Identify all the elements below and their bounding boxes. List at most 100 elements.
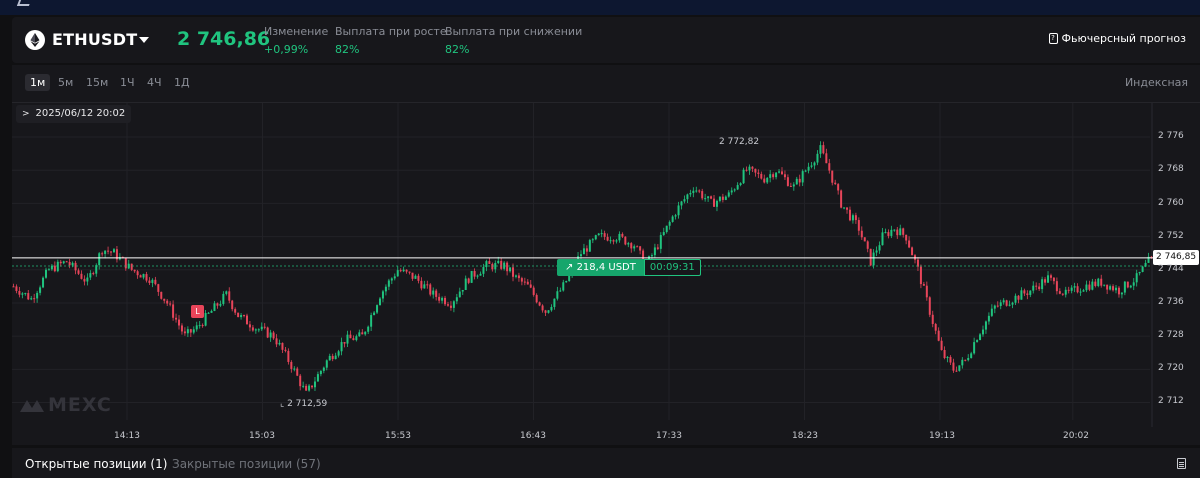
candle-body [550,306,553,311]
candle-body [621,233,624,237]
candle-body [517,275,520,279]
candle-body [745,169,748,171]
candle-body [627,243,630,245]
candle-body [860,230,863,238]
candle-body [331,355,334,360]
candlestick-chart[interactable] [12,65,1200,445]
chevron-down-icon[interactable] [139,37,149,43]
candle-body [316,374,319,382]
candle-body [1002,300,1005,303]
candle-body [243,315,246,317]
candle-body [1005,300,1008,306]
watermark-text: MEXC [48,394,112,416]
tab-open-positions[interactable]: Открытые позиции (1) [25,457,167,471]
document-icon[interactable] [1177,458,1186,469]
y-tick-label: 2 752 [1158,231,1184,241]
candle-body [908,240,911,248]
candle-body [494,263,497,270]
candle-body [1135,273,1138,283]
chart-panel[interactable]: 1м 5м 15м 1Ч 4Ч 1Д Индексная > 2025/06/1… [12,65,1200,445]
candle-body [1079,291,1082,293]
candle-body [337,351,340,356]
mexc-watermark: MEXC [20,394,112,416]
candle-body [1073,286,1076,288]
candle-body [828,163,831,171]
candle-body [695,190,698,192]
candle-body [186,329,189,334]
candle-body [192,329,195,333]
candle-body [101,253,104,255]
candle-body [222,293,225,304]
sound-icon[interactable] [16,0,32,6]
candle-body [656,247,659,249]
candle-body [801,171,804,183]
candle-body [423,284,426,289]
candle-body [1020,290,1023,300]
instrument-header: ETHUSDT 2 746,86 Изменение +0,99% Выплат… [12,17,1200,63]
candle-body [674,215,677,217]
x-tick-label: 15:03 [249,431,275,441]
candle-body [381,291,384,299]
candle-body [157,284,160,292]
candle-body [996,305,999,307]
candle-body [822,145,825,154]
candle-body [840,190,843,208]
candle-body [296,368,299,376]
candle-body [512,267,515,277]
candle-body [692,190,695,193]
candle-body [707,196,710,199]
candle-body [523,281,526,283]
candle-body [769,174,772,178]
candle-body [497,260,500,264]
candle-body [884,232,887,234]
candle-body [594,235,597,240]
stat-label: Выплата при снижении [445,25,583,38]
candle-body [1014,295,1017,303]
candle-body [201,325,204,327]
candle-body [624,236,627,245]
candle-body [526,281,529,285]
candle-body [467,278,470,283]
candle-body [804,170,807,172]
candle-body [751,166,754,169]
candle-body [1038,286,1041,290]
candle-body [248,324,251,328]
candle-body [42,277,45,288]
candle-body [754,168,757,173]
candle-body [311,385,314,388]
candle-body [228,291,231,301]
candle-body [772,174,775,178]
position-pill[interactable]: ↗ 218,4 USDT 00:09:31 [557,259,701,276]
candle-body [724,196,727,200]
candle-body [390,278,393,281]
position-marker[interactable]: L [191,305,204,318]
y-tick-label: 2 736 [1158,297,1184,307]
candle-body [269,332,272,338]
candle-body [491,263,494,270]
candle-body [175,317,178,320]
candle-body [831,170,834,183]
candle-body [482,267,485,274]
candle-body [981,329,984,335]
candle-body [919,266,922,285]
candle-body [33,298,36,300]
candle-body [1026,293,1029,295]
candle-body [322,367,325,371]
tab-closed-positions[interactable]: Закрытые позиции (57) [172,457,321,471]
date-display[interactable]: > 2025/06/12 20:02 [16,105,132,123]
forecast-label: Фьючерсный прогноз [1061,32,1187,45]
candle-body [863,237,866,242]
symbol-selector[interactable]: ETHUSDT [52,30,137,49]
candle-body [683,199,686,202]
candle-body [361,332,364,335]
candle-body [417,275,420,281]
chevron-right-icon: > [22,109,30,119]
candle-body [319,370,322,375]
candle-body [757,172,760,174]
candle-body [1011,302,1014,305]
candle-body [180,325,183,332]
futures-forecast-link[interactable]: ? Фьючерсный прогноз [1048,32,1187,45]
candle-body [393,276,396,279]
candle-body [588,240,591,252]
candle-body [748,166,751,171]
